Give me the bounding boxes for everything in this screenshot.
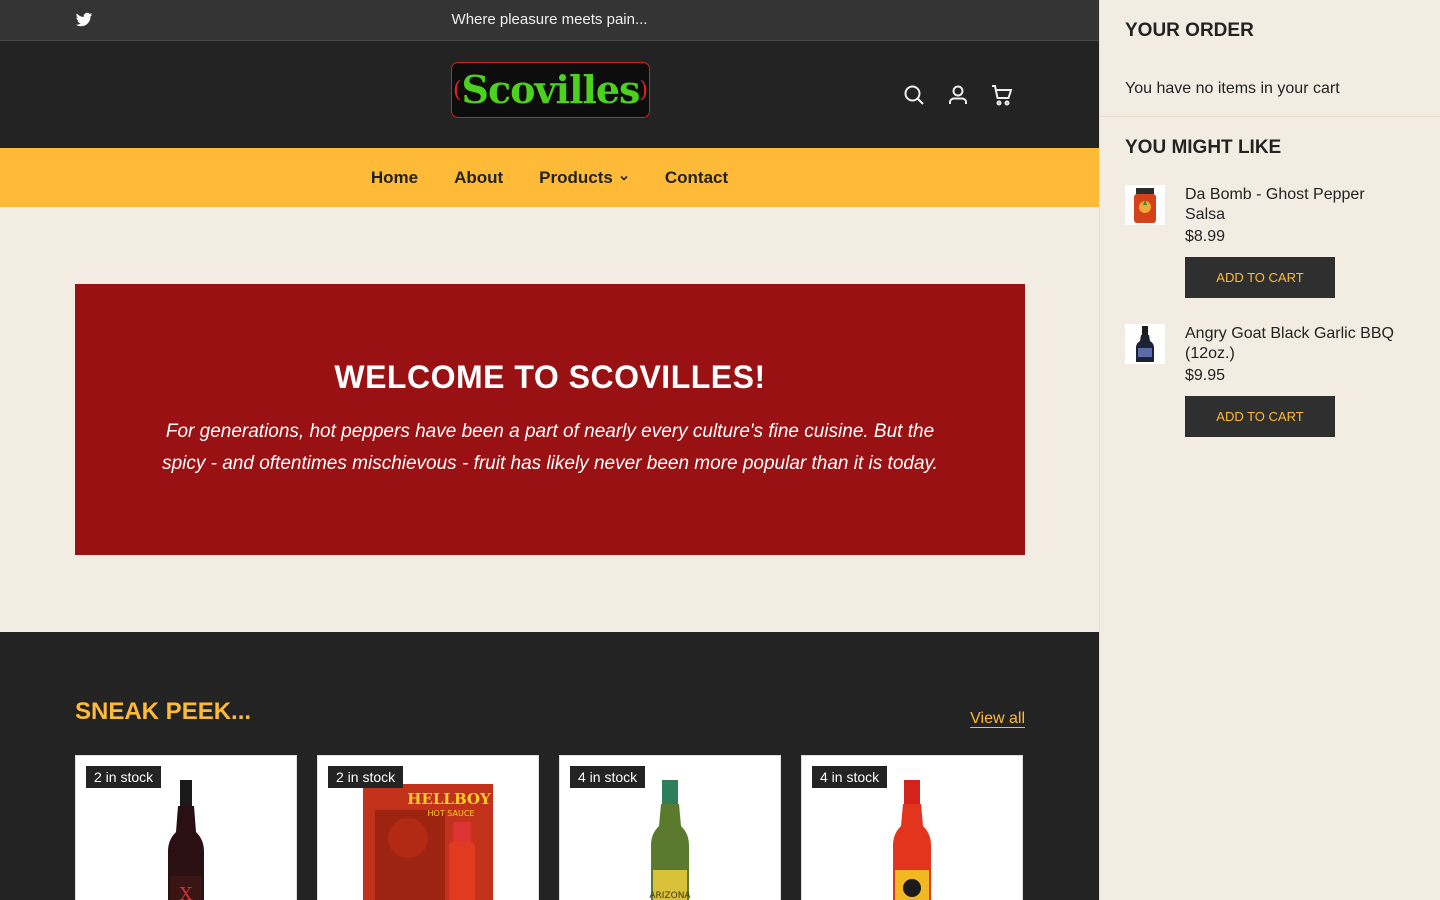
nav-contact[interactable]: Contact	[665, 168, 728, 188]
svg-text:X: X	[180, 884, 193, 900]
stock-badge: 4 in stock	[570, 766, 646, 788]
product-card[interactable]: X 2 in stock	[75, 755, 297, 900]
nav-about[interactable]: About	[454, 168, 503, 188]
cart-empty-message: You have no items in your cart	[1125, 80, 1340, 97]
order-title: YOUR ORDER	[1125, 20, 1254, 41]
product-name[interactable]: Angry Goat Black Garlic BBQ (12oz.)	[1185, 324, 1395, 364]
main-content: Where pleasure meets pain... ( Scovilles…	[0, 0, 1099, 900]
product-card[interactable]: HELLBOY HOT SAUCE 2 in stock	[317, 755, 539, 900]
product-thumbnail[interactable]	[1125, 324, 1165, 364]
search-icon[interactable]	[902, 83, 926, 107]
stock-badge: 2 in stock	[86, 766, 162, 788]
hero-title: WELCOME TO SCOVILLES!	[334, 359, 766, 395]
cart-drawer: YOUR ORDER You have no items in your car…	[1099, 0, 1440, 900]
cart-icon[interactable]	[990, 83, 1014, 107]
bbq-bottle-image	[1136, 326, 1154, 362]
nav-products-label: Products	[539, 167, 613, 187]
add-to-cart-button[interactable]: ADD TO CART	[1185, 257, 1335, 298]
chili-left-icon: (	[452, 77, 462, 103]
order-summary: YOUR ORDER You have no items in your car…	[1100, 0, 1440, 117]
nav-products[interactable]: Products	[539, 168, 629, 188]
announcement-bar: Where pleasure meets pain...	[0, 0, 1099, 41]
sneak-peek-title: SNEAK PEEK...	[75, 698, 252, 725]
recommendations-title: YOU MIGHT LIKE	[1125, 137, 1282, 158]
svg-text:ARIZONA: ARIZONA	[649, 891, 691, 900]
hellboy-sauce-image: HELLBOYHOT SAUCE	[363, 784, 493, 900]
green-sauce-bottle-image: ARIZONA	[649, 780, 691, 900]
hot-sauce-bottle-image: X	[168, 780, 204, 900]
stock-badge: 4 in stock	[812, 766, 888, 788]
add-to-cart-button[interactable]: ADD TO CART	[1185, 396, 1335, 437]
red-sauce-bottle-image	[893, 780, 931, 900]
view-all-link[interactable]: View all	[970, 710, 1025, 728]
product-thumbnail[interactable]	[1125, 185, 1165, 225]
recommended-item: Angry Goat Black Garlic BBQ (12oz.) $9.9…	[1125, 324, 1415, 437]
account-icon[interactable]	[946, 83, 970, 107]
svg-text:HELLBOY: HELLBOY	[407, 790, 491, 808]
chili-right-icon: )	[639, 77, 649, 103]
recommendations: YOU MIGHT LIKE Da Bomb - Ghost Pepper Sa…	[1100, 117, 1440, 457]
svg-text:HOT SAUCE: HOT SAUCE	[428, 809, 475, 818]
announcement-text: Where pleasure meets pain...	[451, 11, 648, 28]
header-actions	[902, 83, 1014, 107]
stock-badge: 2 in stock	[328, 766, 404, 788]
product-grid: X 2 in stock HELLBOY HOT SAUCE 2 in stock…	[75, 755, 1023, 900]
chevron-down-icon	[620, 175, 628, 181]
hero-section: WELCOME TO SCOVILLES! For generations, h…	[0, 207, 1099, 631]
product-name[interactable]: Da Bomb - Ghost Pepper Salsa	[1185, 185, 1395, 225]
nav-home[interactable]: Home	[371, 168, 418, 188]
site-header: ( Scovilles )	[0, 41, 1099, 148]
hero-banner: WELCOME TO SCOVILLES! For generations, h…	[75, 284, 1025, 555]
product-card[interactable]: 4 in stock	[801, 755, 1023, 900]
product-price: $9.95	[1185, 367, 1226, 384]
sneak-peek-section: SNEAK PEEK... View all X 2 in stock HELL…	[0, 632, 1099, 900]
product-price: $8.99	[1185, 228, 1226, 245]
salsa-jar-image	[1134, 188, 1156, 223]
logo-text: Scovilles	[461, 67, 641, 112]
product-card[interactable]: ARIZONA 4 in stock	[559, 755, 781, 900]
hero-text: For generations, hot peppers have been a…	[162, 421, 938, 474]
recommended-item: Da Bomb - Ghost Pepper Salsa $8.99 ADD T…	[1125, 185, 1415, 298]
site-logo[interactable]: ( Scovilles )	[451, 62, 650, 118]
main-nav: Home About Products Contact	[0, 148, 1099, 207]
